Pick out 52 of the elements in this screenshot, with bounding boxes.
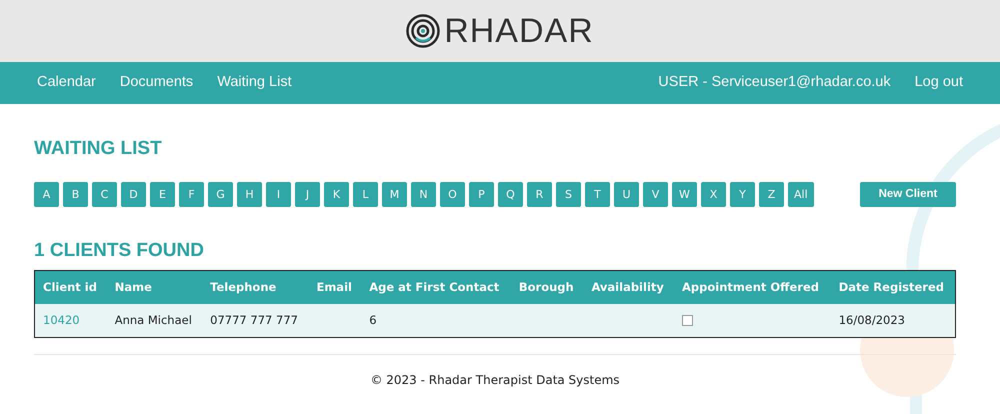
page-title: WAITING LIST [34,138,163,161]
radar-logo-icon [406,14,440,48]
footer-text: © 2023 - Rhadar Therapist Data Systems [370,373,620,388]
letter-filter-button[interactable]: K [324,182,349,207]
letter-filter-button[interactable]: V [643,182,668,207]
letter-filter-button[interactable]: E [150,182,175,207]
column-header: Date Registered [830,270,956,304]
new-client-button[interactable]: New Client [860,182,956,207]
letter-filter-button[interactable]: Q [498,182,523,207]
column-header: Email [308,270,362,304]
letter-filter-button[interactable]: S [556,182,581,207]
letter-filter-button[interactable]: H [237,182,262,207]
letter-filter-button[interactable]: R [527,182,552,207]
letter-filter-button[interactable]: I [266,182,291,207]
nav-link-item[interactable]: Documents [120,72,194,94]
column-header: Appointment Offered [674,270,831,304]
table-cell: 16/08/2023 [830,304,956,338]
letter-filter-button[interactable]: A [34,182,59,207]
letter-filter-button[interactable]: O [440,182,465,207]
letter-filter-button[interactable]: P [469,182,494,207]
letter-filter-button[interactable]: N [411,182,436,207]
user-link[interactable]: USER - Serviceuser1@rhadar.co.uk [658,72,891,94]
letter-filter-button[interactable]: W [672,182,697,207]
letter-filter-button[interactable]: B [63,182,88,207]
column-header: Age at First Contact [361,270,511,304]
column-header: Name [106,270,202,304]
letter-filter-button[interactable]: M [382,182,407,207]
letter-filter-button[interactable]: C [92,182,117,207]
letter-filter-button[interactable]: J [295,182,320,207]
letter-filter-button[interactable]: D [121,182,146,207]
checkbox[interactable] [682,315,694,326]
column-header: Borough [510,270,584,304]
letter-filter-button[interactable]: Z [759,182,784,207]
logout-link[interactable]: Log out [914,72,963,94]
letter-filter-button[interactable]: L [353,182,378,207]
letter-filter-button[interactable]: X [701,182,726,207]
letter-filter-button[interactable]: F [179,182,204,207]
letter-filter-button[interactable]: G [208,182,233,207]
table-cell: 07777 777 777 [202,304,308,338]
letter-filter-button[interactable]: All [788,182,814,207]
nav-link-item[interactable]: Waiting List [217,72,292,94]
results-title: 1 CLIENTS FOUND [34,240,205,263]
table-cell: 6 [361,304,511,338]
nav-link-item[interactable]: Calendar [37,72,96,94]
logo-text: RHADAR [444,14,594,48]
letter-filter-button[interactable]: Y [730,182,755,207]
letter-filter-button[interactable]: U [614,182,639,207]
column-header: Client id [34,270,107,304]
column-header: Availability [583,270,674,304]
table-cell: Anna Michael [106,304,202,338]
column-header: Telephone [202,270,308,304]
letter-filter-button[interactable]: T [585,182,610,207]
